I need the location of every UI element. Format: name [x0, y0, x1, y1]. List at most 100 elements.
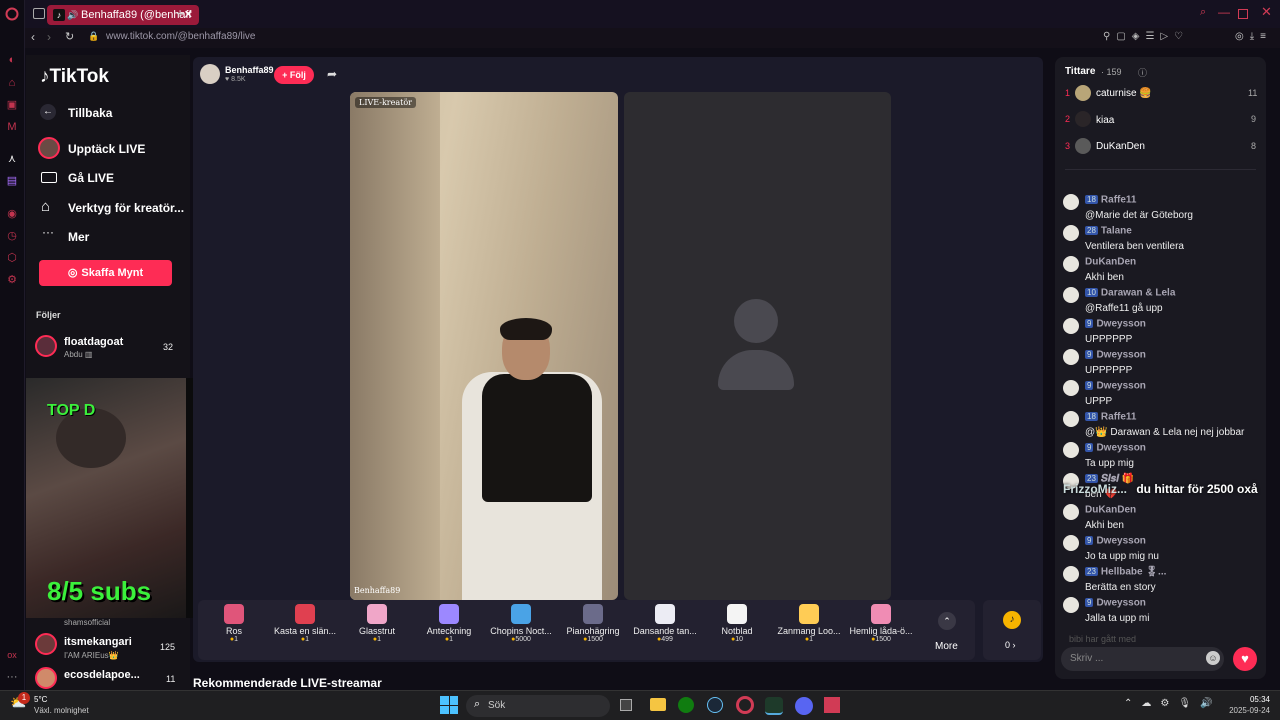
chat-username[interactable]: Dweysson — [1096, 349, 1145, 360]
twitch-icon[interactable]: ▤ — [5, 174, 19, 188]
gift-item[interactable]: Chopins Noct... ●5000 — [483, 604, 559, 643]
more-link[interactable]: Mer — [68, 230, 89, 244]
host-video[interactable]: LIVE-kreatör Benhaffa89 — [350, 92, 618, 600]
avatar[interactable] — [1063, 380, 1079, 396]
avatar[interactable] — [35, 335, 57, 357]
messenger-icon[interactable]: ▣ — [5, 98, 19, 112]
opera-ai-icon[interactable]: ◐ — [5, 53, 19, 67]
gift-item[interactable]: Dansande tan... ●499 — [627, 604, 703, 643]
chat-username[interactable]: Dweysson — [1096, 380, 1145, 391]
gift-item[interactable]: Zanmang Loo... ●1 — [771, 604, 847, 643]
host-name[interactable]: Benhaffa89 — [225, 65, 274, 75]
avatar[interactable] — [1063, 225, 1079, 241]
url-field[interactable]: www.tiktok.com/@benhaffa89/live — [106, 31, 255, 42]
gift-item[interactable]: Pianohägring ●1500 — [555, 604, 631, 643]
gift-expand-icon[interactable]: ⌃ — [938, 612, 956, 630]
avatar[interactable] — [1063, 287, 1079, 303]
chat-message[interactable]: 18 Raffe11 @👑 Darawan & Lela nej nej jobba… — [1063, 408, 1263, 438]
emoji-icon[interactable]: ☺ — [1206, 651, 1220, 665]
avatar[interactable] — [1063, 442, 1079, 458]
player-icon[interactable]: ◉ — [5, 207, 19, 221]
discord-icon[interactable] — [795, 697, 813, 715]
tiktok-logo[interactable]: ♪TikTok — [40, 66, 109, 88]
go-live-link[interactable]: Gå LIVE — [68, 171, 114, 185]
chat-username[interactable]: Raffe11 — [1101, 411, 1137, 422]
following-name[interactable]: ecosdelapoe... — [64, 669, 140, 681]
following-name[interactable]: itsmekangari — [64, 636, 132, 648]
maximize-icon[interactable] — [1238, 9, 1248, 19]
follow-button[interactable]: + Följ — [274, 66, 314, 84]
avatar[interactable] — [1063, 535, 1079, 551]
avatar[interactable] — [1063, 349, 1079, 365]
creator-tools-link[interactable]: Verktyg för kreatör... — [68, 201, 184, 215]
avatar[interactable] — [1063, 597, 1079, 613]
chat-message[interactable]: 18 Raffe11 @Marie det är Göteborg — [1063, 191, 1263, 221]
avatar[interactable] — [35, 633, 57, 655]
avatar[interactable] — [1075, 138, 1091, 154]
gmail-icon[interactable]: M — [5, 120, 19, 134]
chat-message[interactable]: 9 Dweysson UPPPPPP — [1063, 315, 1263, 345]
back-arrow-icon[interactable]: ← — [40, 104, 56, 120]
chat-message[interactable]: DuKanDen Akhi ben — [1063, 253, 1263, 283]
search-tabs-icon[interactable]: ⌕ — [1200, 6, 1206, 19]
opera-taskbar-icon[interactable] — [736, 696, 754, 714]
chat-username[interactable]: Dweysson — [1096, 597, 1145, 608]
app-taskbar-icon[interactable] — [765, 697, 783, 715]
chat-username[interactable]: Raffe11 — [1101, 194, 1137, 205]
more-icon[interactable]: ··· — [5, 670, 19, 684]
close-tab-icon[interactable]: ✕ — [184, 5, 193, 25]
like-heart-icon[interactable]: ♥ — [1233, 647, 1257, 671]
chat-username[interactable]: Talane — [1101, 225, 1132, 236]
guest-slot[interactable] — [624, 92, 891, 600]
avatar[interactable] — [1063, 256, 1079, 272]
chat-message[interactable]: 9 Dweysson Ta upp mig — [1063, 439, 1263, 469]
gift-item[interactable]: Glasstrut ●1 — [339, 604, 415, 643]
reload-icon[interactable]: ↻ — [65, 30, 74, 43]
gift-item[interactable]: Hemlig låda-ö... ●1500 — [843, 604, 919, 643]
avatar[interactable] — [1075, 85, 1091, 101]
chat-message[interactable]: 23 Hellbabe 🎖... Berätta en story — [1063, 563, 1263, 593]
chat-input[interactable]: Skriv ... ☺ — [1061, 647, 1224, 671]
chat-message[interactable]: 28 Talane Ventilera ben ventilera — [1063, 222, 1263, 252]
close-window-icon[interactable]: ✕ — [1261, 4, 1272, 20]
shopping-icon[interactable]: ⌂ — [5, 76, 19, 90]
history-icon[interactable]: ◷ — [5, 229, 19, 243]
extensions-icon[interactable]: ⬡ — [5, 251, 19, 265]
system-tray-icons[interactable]: ⌃☁⚙🎙🔊 — [1124, 698, 1222, 709]
chat-message[interactable]: 9 Dweysson UPPPPPP — [1063, 346, 1263, 376]
workspaces-icon[interactable] — [33, 8, 45, 19]
toolbar-icons[interactable]: ⚲▢◈☰▷♡ — [1103, 31, 1223, 42]
chat-username[interactable]: Dweysson — [1096, 318, 1145, 329]
gift-more-label[interactable]: More — [935, 641, 958, 652]
avatar[interactable] — [1063, 318, 1079, 334]
avatar[interactable] — [35, 667, 57, 689]
steam-icon[interactable] — [707, 697, 723, 713]
profile-icons[interactable]: ◎⤓≡ — [1235, 31, 1272, 42]
viewer-name[interactable]: DuKanDen — [1096, 141, 1145, 152]
opera-logo-icon[interactable] — [5, 7, 19, 21]
back-link[interactable]: Tillbaka — [68, 106, 112, 120]
following-name[interactable]: floatdagoat — [64, 336, 123, 348]
discover-live-link[interactable]: Upptäck LIVE — [68, 142, 145, 156]
chat-username[interactable]: DuKanDen — [1085, 256, 1136, 267]
back-icon[interactable]: ‹ — [31, 30, 35, 44]
tiktok-sidebar-icon[interactable]: ⋏ — [5, 152, 19, 166]
info-icon[interactable]: ⓘ — [1138, 66, 1147, 79]
host-avatar[interactable] — [200, 64, 220, 84]
chat-message[interactable]: 9 Dweysson Jalla ta upp mi — [1063, 594, 1263, 624]
chat-username[interactable]: Darawan & Lela — [1101, 287, 1175, 298]
gift-item[interactable]: Anteckning ●1 — [411, 604, 487, 643]
speaker-icon[interactable]: 🔊 — [67, 5, 78, 25]
avatar[interactable] — [1063, 411, 1079, 427]
avatar[interactable] — [1063, 566, 1079, 582]
minimize-icon[interactable]: — — [1218, 5, 1230, 19]
chat-message[interactable]: 10 Darawan & Lela @Raffe11 gå upp — [1063, 284, 1263, 314]
chat-username[interactable]: Dweysson — [1096, 535, 1145, 546]
settings-icon[interactable]: ⚙ — [5, 273, 19, 287]
chat-username[interactable]: DuKanDen — [1085, 504, 1136, 515]
gift-item[interactable]: Notblad ●10 — [699, 604, 775, 643]
share-icon[interactable]: ➦ — [327, 67, 337, 81]
chat-username[interactable]: Hellbabe 🎖... — [1101, 566, 1167, 577]
windows-start-icon[interactable] — [440, 696, 458, 714]
chat-message[interactable]: 9 Dweysson UPPP — [1063, 377, 1263, 407]
